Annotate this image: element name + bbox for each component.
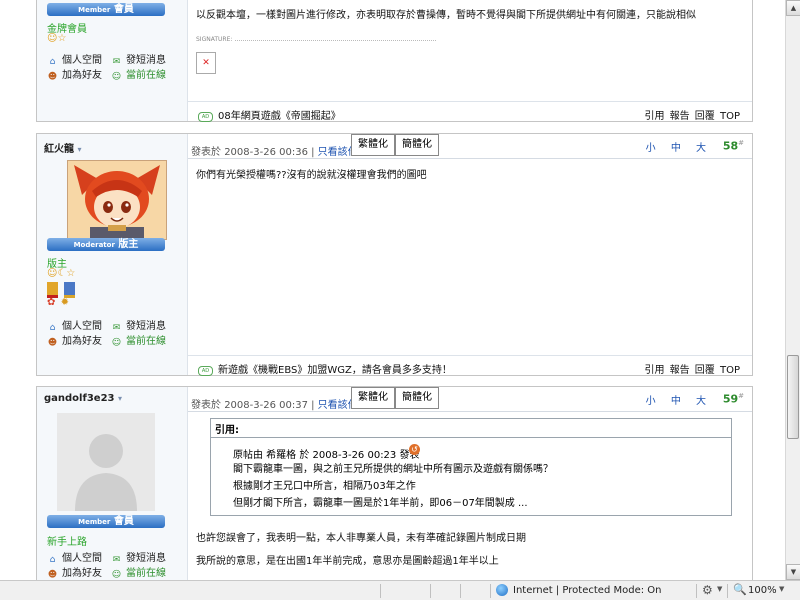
flower-icon: ✿ <box>47 297 56 308</box>
post-content: 以反觀本壇，一樣對圖片進行修改，亦表明取存於曹操傳，暫時不覺得與閣下所提供網址中… <box>196 10 696 21</box>
quote-line: 閣下霸龍車一圖，與之前王兄所提供的網址中所有圖示及遊戲有關係嗎？ <box>233 464 553 475</box>
online-status: ☺ 當前在線 <box>111 70 166 82</box>
rank-label-small: Member <box>78 518 111 526</box>
status-divider <box>430 584 431 598</box>
signature-label: SIGNATURE: <box>196 36 236 43</box>
chevron-down-icon[interactable]: ▼ <box>779 585 784 593</box>
post-59: gandolf3e23 ▾ Member 會員 新手上路 ⌂ 個人空間 ✉ 發短消息… <box>36 386 753 586</box>
add-friend-link[interactable]: ☻ 加為好友 <box>47 564 102 581</box>
quote-title: 引用: <box>215 425 239 436</box>
post-author-panel: 紅火龍 ▾ Moderator 版主 版主 ☺☾☆ ✿ ✹ ⌂ 個人空間 ✉ 發… <box>37 134 188 375</box>
status-divider <box>490 584 491 598</box>
rank-stars: ☺☆ <box>47 33 66 44</box>
goto-original-icon[interactable]: ↺ <box>409 444 420 455</box>
floor-number: 58# <box>722 139 744 153</box>
avatar-image <box>68 161 166 239</box>
medal-icon <box>64 282 76 298</box>
vertical-scrollbar[interactable]: ▲ ▼ <box>785 0 800 580</box>
post-header: 發表於 2008-3-26 00:37 | 只看該作者 繁體化 簡體化 小 中 … <box>188 387 752 412</box>
settings-icon[interactable]: ⚙ <box>702 583 713 597</box>
post-header: 發表於 2008-3-26 00:36 | 只看該作者 繁體化 簡體化 小 中 … <box>188 134 752 159</box>
floor-number: 59# <box>722 392 744 406</box>
scroll-down-arrow-icon[interactable]: ▼ <box>786 564 800 580</box>
rank-label-small: Moderator <box>73 241 115 249</box>
zoom-level[interactable]: 100% <box>748 585 777 596</box>
online-status: ☺ 當前在線 <box>111 336 166 348</box>
avatar <box>57 413 155 511</box>
chevron-down-icon[interactable]: ▾ <box>77 145 81 154</box>
add-friend-icon: ☻ <box>47 72 58 82</box>
status-divider <box>380 584 381 598</box>
add-friend-link[interactable]: ☻ 加為好友 <box>47 332 102 349</box>
quote-box: 引用: 原帖由 希羅格 於 2008-3-26 00:23 發表 ↺ 閣下霸龍車… <box>210 418 732 516</box>
author-name[interactable]: 紅火龍 ▾ <box>44 140 82 155</box>
gear-icon: ✹ <box>60 297 69 308</box>
simplified-button[interactable]: 簡體化 <box>395 387 439 409</box>
medal-icon <box>47 282 58 298</box>
chevron-down-icon[interactable]: ▾ <box>118 394 122 403</box>
status-divider <box>460 584 461 598</box>
rank-label: 版主 <box>118 239 139 250</box>
rank-bar: Member 會員 <box>47 515 165 528</box>
quote-body: 原帖由 希羅格 於 2008-3-26 00:23 發表 ↺ 閣下霸龍車一圖，與… <box>211 437 731 515</box>
scroll-up-arrow-icon[interactable]: ▲ <box>786 0 800 16</box>
avatar <box>67 160 167 240</box>
rank-bar: Member 會員 <box>47 3 165 16</box>
font-size-switch[interactable]: 小 中 大 <box>646 392 712 407</box>
broken-image-icon: ✕ <box>196 52 216 74</box>
post-content: 我所說的意思，是在出國1年半前完成，意思亦是圖齡超過1年半以上 <box>196 556 499 567</box>
rank-label: 會員 <box>113 516 134 527</box>
sun-icon: ☺ <box>47 268 58 279</box>
rank-label-small: Member <box>78 6 111 14</box>
traditional-button[interactable]: 繁體化 <box>351 387 395 409</box>
traditional-button[interactable]: 繁體化 <box>351 134 395 156</box>
ad-link[interactable]: AD 08年網頁遊戲《帝國掘起》 <box>198 107 341 122</box>
status-divider <box>727 584 728 598</box>
simplified-button[interactable]: 簡體化 <box>395 134 439 156</box>
font-size-switch[interactable]: 小 中 大 <box>646 139 712 154</box>
rank-bar: Moderator 版主 <box>47 238 165 251</box>
post-content: 也許您誤會了，我表明一點，本人非專業人員，未有準確記錄圖片制成日期 <box>196 533 526 544</box>
author-name[interactable]: gandolf3e23 ▾ <box>44 393 122 404</box>
post-actions[interactable]: 引用 報告 回覆 TOP <box>644 361 740 376</box>
online-icon: ☺ <box>111 72 122 82</box>
zoom-icon[interactable]: 🔍 <box>733 583 747 596</box>
star-icon: ☆ <box>66 268 76 279</box>
status-bar: Internet | Protected Mode: On ⚙ ▼ 🔍 100%… <box>0 580 800 600</box>
status-divider <box>696 584 697 598</box>
rank-stars: ☺☾☆ <box>47 268 75 279</box>
post-footer: AD 08年網頁遊戲《帝國掘起》 引用 報告 回覆 TOP <box>188 101 752 122</box>
rank-title: 新手上路 <box>47 537 87 548</box>
post-meta: 發表於 2008-3-26 00:36 | 只看該作者 <box>191 147 368 158</box>
globe-icon <box>496 584 508 596</box>
medals-row2: ✿ ✹ <box>47 297 69 308</box>
add-friend-link[interactable]: ☻ 加為好友 <box>47 66 102 83</box>
sun-icon: ☺ <box>47 33 58 44</box>
post-actions[interactable]: 引用 報告 回覆 TOP <box>644 107 740 122</box>
online-icon: ☺ <box>111 338 122 348</box>
star-icon: ☆ <box>57 33 67 44</box>
ad-link[interactable]: AD 新遊戲《機戰EBS》加盟WGZ，請各會員多多支持！ <box>198 361 452 376</box>
post-content: 你們有光榮授權嗎??沒有的說就沒權理會我們的圖吧 <box>196 170 427 181</box>
ad-badge: AD <box>198 366 213 376</box>
ad-badge: AD <box>198 112 213 122</box>
security-zone-label[interactable]: Internet | Protected Mode: On <box>513 585 661 596</box>
default-avatar-icon <box>75 434 137 511</box>
scroll-thumb[interactable] <box>787 355 799 439</box>
post-footer: AD 新遊戲《機戰EBS》加盟WGZ，請各會員多多支持！ 引用 報告 回覆 TOP <box>188 355 752 376</box>
post-author-panel: gandolf3e23 ▾ Member 會員 新手上路 ⌂ 個人空間 ✉ 發短消息… <box>37 387 188 586</box>
post-author-panel: Member 會員 金牌會員 ☺☆ ⌂ 個人空間 ✉ 發短消息 ☻ 加為好友 ☺ 當前在… <box>37 0 188 121</box>
quote-line: 根據剛才王兄口中所言，相隔乃03年之作 <box>233 481 416 492</box>
quote-line: 但剛才閣下所言，霸龍車一圖是於1年半前，即06－07年間製成 ... <box>233 498 528 509</box>
add-friend-icon: ☻ <box>47 338 58 348</box>
online-status: ☺ 當前在線 <box>111 568 166 580</box>
post-time: 2008-3-26 00:36 <box>224 147 308 158</box>
chevron-down-icon[interactable]: ▼ <box>717 585 722 593</box>
post-meta: 發表於 2008-3-26 00:37 | 只看該作者 <box>191 400 368 411</box>
post-58: 紅火龍 ▾ Moderator 版主 版主 ☺☾☆ ✿ ✹ ⌂ 個人空間 ✉ 發… <box>36 133 753 376</box>
post-57: Member 會員 金牌會員 ☺☆ ⌂ 個人空間 ✉ 發短消息 ☻ 加為好友 ☺ 當前在… <box>36 0 753 122</box>
quote-line: 原帖由 希羅格 於 2008-3-26 00:23 發表 <box>233 450 420 461</box>
post-time: 2008-3-26 00:37 <box>224 400 308 411</box>
rank-label: 會員 <box>113 4 134 15</box>
